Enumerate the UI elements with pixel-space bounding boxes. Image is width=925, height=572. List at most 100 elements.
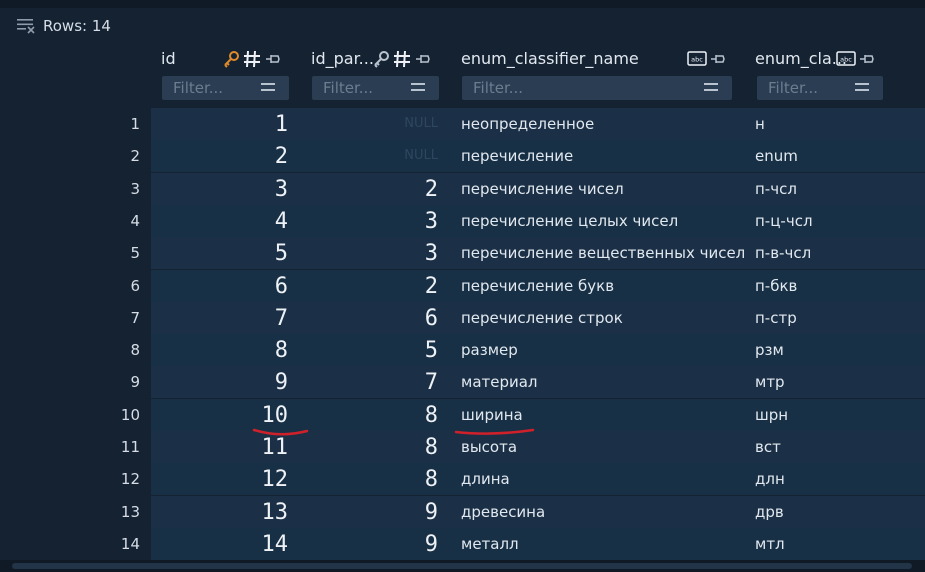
row-number: 12 — [120, 470, 140, 488]
cell-enum-classifier-name[interactable]: перечисление букв — [461, 270, 751, 302]
filter-operator-icon[interactable] — [261, 83, 275, 95]
text-type-icon: abc — [687, 51, 707, 71]
cell-id-parent[interactable]: 6 — [350, 302, 438, 336]
table-row[interactable]: 14 14 9 металл мтл — [0, 528, 925, 560]
cell-id-parent[interactable]: 3 — [350, 205, 438, 239]
cell-id-parent[interactable]: 9 — [350, 528, 438, 562]
cell-enum-classifier-name[interactable]: перечисление — [461, 140, 751, 172]
cell-id-parent[interactable]: 9 — [350, 496, 438, 530]
pin-icon[interactable] — [858, 50, 876, 72]
cell-id[interactable]: 8 — [200, 334, 288, 368]
cell-enum-classifier-code[interactable]: п-бкв — [755, 270, 915, 302]
cell-enum-classifier-name[interactable]: перечисление чисел — [461, 173, 751, 205]
cell-id[interactable]: 6 — [200, 270, 288, 304]
text-type-icon: abc — [836, 51, 856, 71]
column-header-enum-classifier-code[interactable]: enum_cla... — [755, 49, 847, 73]
cell-enum-classifier-name[interactable]: длина — [461, 463, 751, 495]
cell-enum-classifier-name[interactable]: перечисление вещественных чисел — [461, 237, 751, 269]
table-row[interactable]: 7 7 6 перечисление строк п-стр — [0, 302, 925, 334]
cell-enum-classifier-name[interactable]: размер — [461, 334, 751, 366]
cell-id-parent[interactable]: 8 — [350, 463, 438, 497]
table-row[interactable]: 3 3 2 перечисление чисел п-чсл — [0, 173, 925, 205]
annotation-underline-id — [252, 428, 309, 436]
cell-id[interactable]: 3 — [200, 173, 288, 207]
column-header-id-parent[interactable]: id_par... — [311, 49, 374, 73]
cell-enum-classifier-name[interactable]: перечисление целых чисел — [461, 205, 751, 237]
cell-id[interactable]: 14 — [200, 528, 289, 562]
cell-enum-classifier-code[interactable]: мтр — [755, 366, 915, 398]
row-number: 9 — [130, 373, 140, 391]
cell-enum-classifier-code[interactable]: п-в-чсл — [755, 237, 915, 269]
cell-id-parent[interactable]: 3 — [350, 237, 438, 271]
horizontal-scrollbar[interactable] — [12, 563, 912, 569]
cell-id[interactable]: 12 — [200, 463, 289, 497]
cell-enum-classifier-code[interactable]: enum — [755, 140, 915, 172]
filter-box-enum-classifier-name — [462, 76, 732, 100]
filter-operator-icon[interactable] — [855, 83, 869, 95]
row-number: 3 — [130, 180, 140, 198]
cell-id[interactable]: 7 — [200, 302, 288, 336]
column-header-id-parent-icons — [372, 50, 432, 72]
filter-operator-icon[interactable] — [411, 83, 425, 95]
table-row[interactable]: 12 12 8 длина длн — [0, 463, 925, 495]
cell-enum-classifier-code[interactable]: п-ц-чсл — [755, 205, 915, 237]
cell-enum-classifier-code[interactable]: шрн — [755, 399, 915, 431]
cell-id[interactable]: 9 — [200, 366, 288, 400]
cell-id-parent[interactable]: 8 — [350, 431, 438, 465]
cell-enum-classifier-name[interactable]: перечисление строк — [461, 302, 751, 334]
table-row[interactable]: 4 4 3 перечисление целых чисел п-ц-чсл — [0, 205, 925, 237]
cell-id[interactable]: 2 — [200, 140, 288, 174]
cell-enum-classifier-code[interactable]: мтл — [755, 528, 915, 560]
cell-enum-classifier-code[interactable]: дрв — [755, 496, 915, 528]
filter-input-enum-classifier-name[interactable] — [462, 76, 732, 100]
pin-icon[interactable] — [264, 50, 282, 72]
table-row[interactable]: 13 13 9 древесина дрв — [0, 496, 925, 528]
cell-id-parent[interactable]: NULL — [350, 140, 438, 172]
table-row[interactable]: 6 6 2 перечисление букв п-бкв — [0, 270, 925, 302]
column-header-id[interactable]: id — [161, 49, 176, 73]
column-header-id-icons — [222, 50, 282, 72]
cell-enum-classifier-code[interactable]: п-чсл — [755, 173, 915, 205]
row-number: 11 — [120, 438, 140, 456]
row-number: 5 — [130, 244, 140, 262]
table-row[interactable]: 5 5 3 перечисление вещественных чисел п-в-чс… — [0, 237, 925, 269]
table-row[interactable]: 9 9 7 материал мтр — [0, 366, 925, 398]
cell-enum-classifier-name[interactable]: материал — [461, 366, 751, 398]
cell-enum-classifier-name[interactable]: древесина — [461, 496, 751, 528]
cell-id-parent[interactable]: 5 — [350, 334, 438, 368]
row-number: 14 — [120, 535, 140, 553]
cell-enum-classifier-name[interactable]: неопределенное — [461, 108, 751, 140]
pin-icon[interactable] — [709, 50, 727, 72]
column-header-enum-classifier-name[interactable]: enum_classifier_name — [461, 49, 639, 73]
cell-id[interactable]: 13 — [200, 496, 289, 530]
table-row[interactable]: 1 1 NULL неопределенное н — [0, 108, 925, 140]
data-grid: 1 1 NULL неопределенное н 2 2 NULL перечисление e… — [0, 108, 925, 560]
cell-enum-classifier-code[interactable]: длн — [755, 463, 915, 495]
annotation-underline-name — [454, 428, 535, 435]
cell-id[interactable]: 1 — [200, 108, 288, 142]
row-number: 2 — [130, 147, 140, 165]
cell-id-parent[interactable]: 8 — [350, 399, 438, 433]
table-row[interactable]: 2 2 NULL перечисление enum — [0, 140, 925, 172]
filter-box-id — [162, 76, 289, 100]
row-number: 7 — [130, 309, 140, 327]
cell-enum-classifier-code[interactable]: н — [755, 108, 915, 140]
row-number: 4 — [130, 212, 140, 230]
cell-enum-classifier-code[interactable]: вст — [755, 431, 915, 463]
cell-id[interactable]: 4 — [200, 205, 288, 239]
cell-id-parent[interactable]: NULL — [350, 108, 438, 140]
cell-id-parent[interactable]: 2 — [350, 173, 438, 207]
table-row[interactable]: 8 8 5 размер рзм — [0, 334, 925, 366]
cell-id-parent[interactable]: 2 — [350, 270, 438, 304]
grid-toolbar: Rows: 14 — [0, 8, 925, 44]
filter-operator-icon[interactable] — [704, 83, 718, 95]
rows-filter-icon[interactable] — [16, 17, 36, 35]
cell-id-parent[interactable]: 7 — [350, 366, 438, 400]
cell-enum-classifier-name[interactable]: металл — [461, 528, 751, 560]
pin-icon[interactable] — [414, 50, 432, 72]
cell-enum-classifier-code[interactable]: п-стр — [755, 302, 915, 334]
cell-enum-classifier-code[interactable]: рзм — [755, 334, 915, 366]
cell-id[interactable]: 5 — [200, 237, 288, 271]
column-header-enum-classifier-name-icons: abc — [687, 50, 727, 72]
svg-text:abc: abc — [840, 56, 852, 64]
